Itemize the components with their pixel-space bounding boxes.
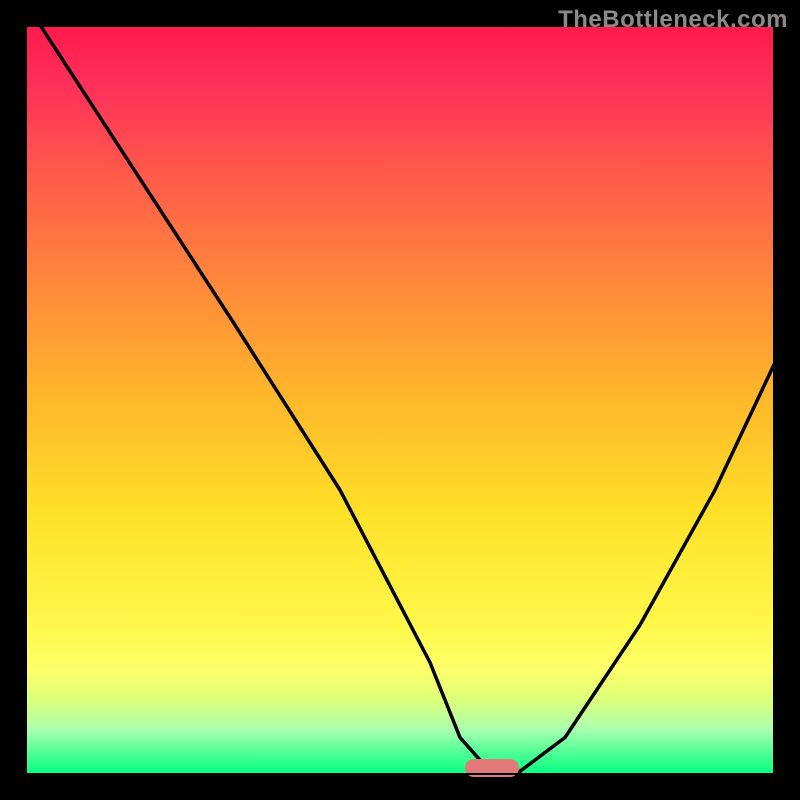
optimal-marker — [465, 759, 519, 777]
bottleneck-curve — [25, 25, 775, 775]
chart-outer: TheBottleneck.com — [0, 0, 800, 800]
plot-area — [25, 25, 775, 775]
curve-path — [40, 25, 775, 771]
watermark-label: TheBottleneck.com — [558, 6, 788, 34]
